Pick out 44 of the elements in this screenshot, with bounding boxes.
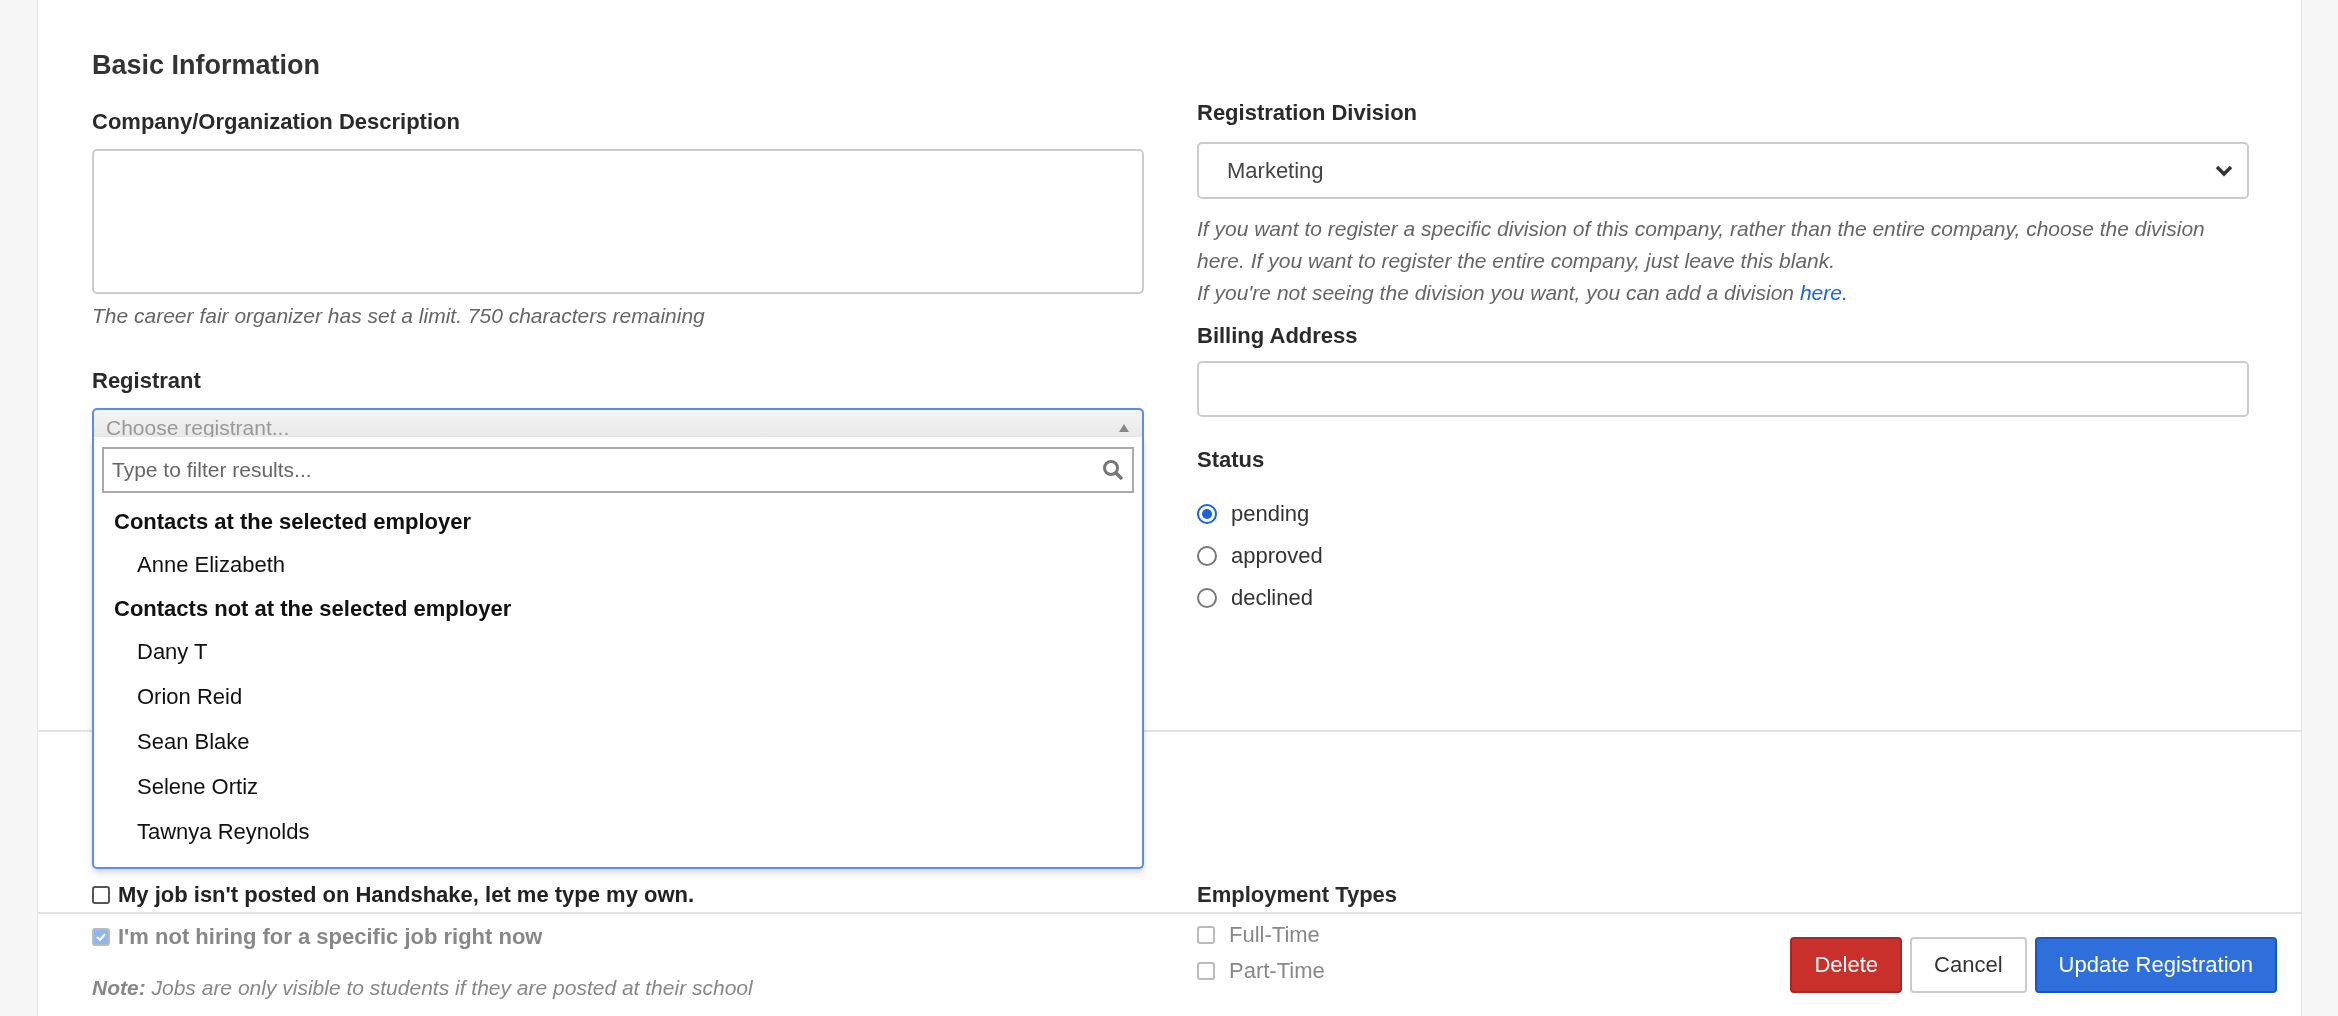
secondary-button[interactable]: Cancel [1910,937,2027,993]
here-link[interactable]: here. [1799,281,1848,304]
checkbox[interactable] [1197,926,1215,944]
note-text: Note: Jobs are only visible to students if they are posted at their school [92,976,754,1000]
field-label: Company/Organization Description [92,109,461,135]
description-field[interactable] [92,149,1144,294]
field-label: Status [1197,447,1266,473]
check-icon [95,931,107,943]
chevron-down-icon [2215,164,2233,177]
division-help-text: If you want to register a specific division of this company, rather than the entire company, choose the division here. If you want to register the entire company, just leave this blank. [1197,216,2206,274]
radio-label: pending [1231,501,1310,527]
group-header: Contacts not at the selected employer [113,595,513,623]
contact-option[interactable]: Anne Elizabeth [102,543,1134,588]
checkbox[interactable] [1197,962,1215,980]
radio-button[interactable] [1197,588,1217,608]
contact-option[interactable]: Selene Ortiz [102,765,1134,810]
search-icon [1102,459,1124,481]
field-label: Registration Division [1197,100,1419,126]
contact-option[interactable]: Sean Blake [102,720,1134,765]
billing-address-field[interactable] [1197,361,2249,417]
checkbox-label: I'm not hiring for a specific job right now [118,924,543,950]
checkbox-label: My job isn't posted on Handshake, let me type my own. [118,882,695,908]
checkbox[interactable] [92,886,110,904]
field-label: Registrant [92,368,202,394]
division-select[interactable]: Marketing [1197,142,2249,199]
group-header: Contacts at the selected employer [113,508,472,536]
radio-button[interactable] [1197,504,1217,524]
radio-button[interactable] [1197,546,1217,566]
filter-field[interactable]: Type to filter results... [102,447,1134,493]
contact-option[interactable]: Tawnya Reynolds [102,810,1134,855]
radio-label: approved [1231,543,1323,569]
primary-button[interactable]: Update Registration [2034,937,2277,993]
field-label: Employment Types [1197,882,1399,908]
character-limit-hint: The career fair organizer has set a limit. 750 characters remaining [92,303,706,329]
add-division-text: If you're not seeing the division you want, you can add a division here. [1197,280,1849,306]
field-label: Billing Address [1197,323,1359,349]
contact-option[interactable]: Orion Reid [102,675,1134,720]
checkbox-label: Part-Time [1229,958,1325,984]
section-title: Basic Information [92,50,322,81]
checkbox-label: Full-Time [1229,922,1320,948]
radio-label: declined [1231,585,1313,611]
caret-icon [1118,422,1130,433]
contact-option[interactable]: Dany T [102,630,1134,675]
danger-button[interactable]: Delete [1790,937,1903,993]
